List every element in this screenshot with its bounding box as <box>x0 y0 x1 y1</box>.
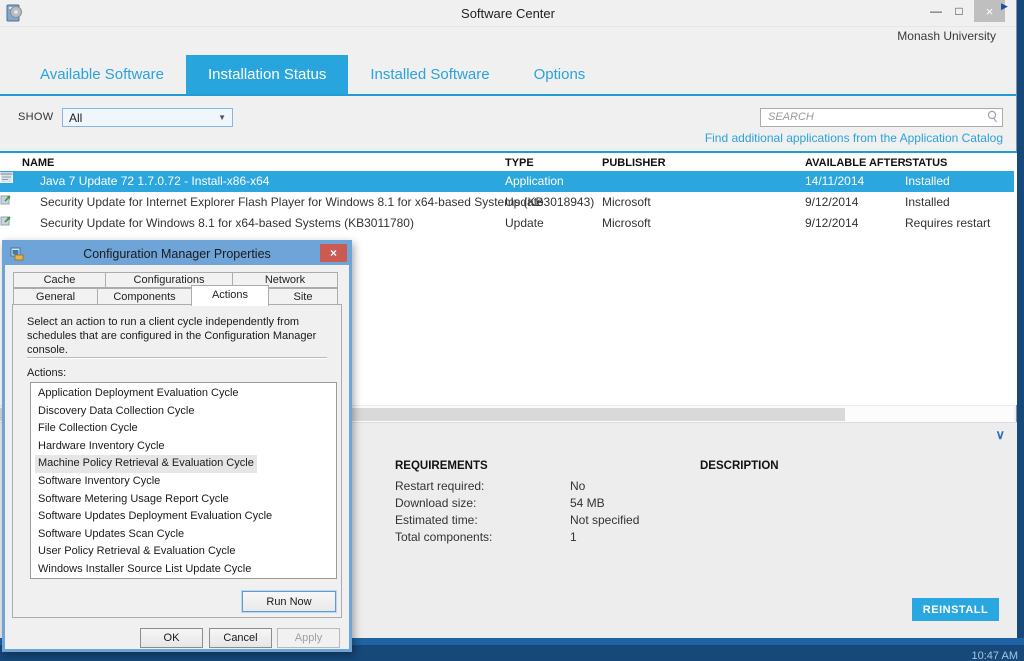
row-type: Application <box>505 171 564 192</box>
table-row[interactable]: Java 7 Update 72 1.7.0.72 - Install-x86-… <box>0 171 1014 192</box>
row-name: Java 7 Update 72 1.7.0.72 - Install-x86-… <box>40 171 269 192</box>
reinstall-button[interactable]: REINSTALL <box>912 598 999 621</box>
action-item[interactable]: Software Inventory Cycle <box>35 473 163 491</box>
minimize-button[interactable]: — <box>925 0 947 22</box>
search-box <box>760 107 1003 126</box>
dialog-tab-components[interactable]: Components <box>97 288 192 305</box>
dialog-titlebar[interactable]: Configuration Manager Properties × <box>5 243 349 265</box>
tab-available-software[interactable]: Available Software <box>18 55 186 94</box>
actions-label: Actions: <box>27 367 66 379</box>
row-type: Update <box>505 213 544 234</box>
action-item-selected[interactable]: Machine Policy Retrieval & Evaluation Cy… <box>35 455 257 473</box>
description-title: DESCRIPTION <box>700 460 779 472</box>
taskbar-clock: 10:47 AM <box>972 650 1018 661</box>
column-header-available-after[interactable]: AVAILABLE AFTER <box>805 157 906 169</box>
action-item[interactable]: Discovery Data Collection Cycle <box>35 403 198 421</box>
main-tabbar: Available Software Installation Status I… <box>0 55 1016 96</box>
column-header-name[interactable]: NAME <box>22 157 54 169</box>
action-item[interactable]: Application Deployment Evaluation Cycle <box>35 385 242 403</box>
action-item[interactable]: Hardware Inventory Cycle <box>35 438 168 456</box>
row-status: Installed <box>905 171 950 192</box>
search-input[interactable] <box>760 108 1003 127</box>
row-status: Requires restart <box>905 213 990 234</box>
action-item[interactable]: Windows Installer Source List Update Cyc… <box>35 561 254 579</box>
actions-listbox: Application Deployment Evaluation Cycle … <box>30 382 337 579</box>
requirements-title: REQUIREMENTS <box>395 460 488 472</box>
action-item[interactable]: Software Metering Usage Report Cycle <box>35 491 232 509</box>
maximize-button[interactable]: □ <box>948 0 970 22</box>
requirement-label: Restart required: <box>395 479 484 493</box>
tab-installed-software[interactable]: Installed Software <box>348 55 511 94</box>
dialog-tab-site[interactable]: Site <box>268 288 338 305</box>
table-row[interactable]: Security Update for Internet Explorer Fl… <box>0 192 1014 213</box>
show-label: SHOW <box>18 111 53 123</box>
window-title: Software Center <box>0 6 1016 21</box>
dialog-tab-actions[interactable]: Actions <box>191 285 269 306</box>
row-available-after: 9/12/2014 <box>805 192 858 213</box>
requirement-label: Estimated time: <box>395 513 478 527</box>
application-catalog-link[interactable]: Find additional applications from the Ap… <box>705 131 1003 145</box>
action-item[interactable]: User Policy Retrieval & Evaluation Cycle <box>35 543 238 561</box>
requirement-value: 54 MB <box>570 496 605 510</box>
dialog-tab-general[interactable]: General <box>13 288 98 305</box>
dialog-title: Configuration Manager Properties <box>5 247 349 261</box>
action-item[interactable]: File Collection Cycle <box>35 420 141 438</box>
requirement-value: 1 <box>570 530 577 544</box>
actions-tab-page: Select an action to run a client cycle i… <box>12 304 342 618</box>
column-header-type[interactable]: TYPE <box>505 157 534 169</box>
requirement-value: No <box>570 479 585 493</box>
window-titlebar[interactable]: Software Center — □ × <box>0 0 1016 27</box>
dialog-close-icon[interactable]: × <box>320 244 347 262</box>
cancel-button[interactable]: Cancel <box>209 628 272 648</box>
requirement-label: Total components: <box>395 530 492 544</box>
table-row[interactable]: Security Update for Windows 8.1 for x64-… <box>0 213 1014 234</box>
show-dropdown-value: All <box>69 111 218 125</box>
collapse-details-icon[interactable]: ∨ <box>995 427 1005 443</box>
column-header-publisher[interactable]: PUBLISHER <box>602 157 666 169</box>
apply-button[interactable]: Apply <box>277 628 340 648</box>
row-status: Installed <box>905 192 950 213</box>
row-publisher: Microsoft <box>602 213 651 234</box>
row-available-after: 9/12/2014 <box>805 213 858 234</box>
run-now-button[interactable]: Run Now <box>242 591 336 612</box>
tab-options[interactable]: Options <box>512 55 608 94</box>
search-icon <box>986 110 999 128</box>
ok-button[interactable]: OK <box>140 628 203 648</box>
row-name: Security Update for Windows 8.1 for x64-… <box>40 213 414 234</box>
dialog-tab-cache[interactable]: Cache <box>13 272 106 288</box>
action-item[interactable]: Software Updates Deployment Evaluation C… <box>35 508 275 526</box>
action-item[interactable]: Software Updates Scan Cycle <box>35 526 187 544</box>
chevron-down-icon: ▼ <box>218 113 226 122</box>
actions-description: Select an action to run a client cycle i… <box>27 315 327 357</box>
separator <box>27 357 327 359</box>
tab-installation-status[interactable]: Installation Status <box>186 55 348 94</box>
scroll-right-icon[interactable]: ▶ <box>1001 1 1008 12</box>
show-dropdown[interactable]: All ▼ <box>62 108 233 127</box>
row-publisher: Microsoft <box>602 192 651 213</box>
row-available-after: 14/11/2014 <box>805 171 864 192</box>
column-header-status[interactable]: STATUS <box>905 157 947 169</box>
update-icon <box>0 215 13 229</box>
application-icon <box>0 173 13 187</box>
row-type: Update <box>505 192 544 213</box>
organization-label: Monash University <box>897 29 996 43</box>
update-icon <box>0 194 13 208</box>
requirement-label: Download size: <box>395 496 476 510</box>
requirement-value: Not specified <box>570 513 639 527</box>
configuration-manager-dialog: Configuration Manager Properties × Cache… <box>2 240 352 652</box>
